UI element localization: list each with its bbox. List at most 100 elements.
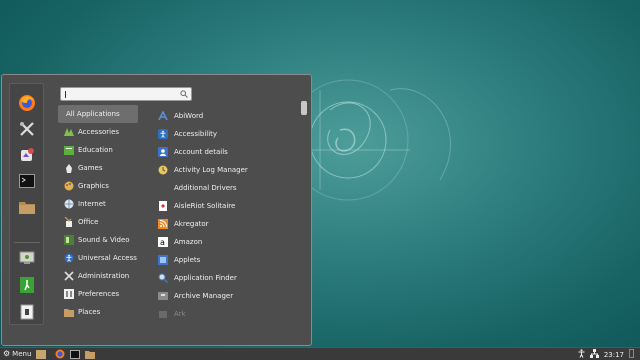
taskbar: ⚙ Menu 23:17	[0, 347, 640, 360]
category-label: Education	[78, 146, 113, 154]
archive-manager-icon	[158, 291, 168, 301]
quit-icon[interactable]	[15, 301, 39, 323]
preferences-icon	[64, 289, 74, 299]
app-list-scrollbar[interactable]	[301, 101, 307, 115]
gear-icon: ⚙	[3, 349, 11, 358]
app-label: Amazon	[174, 238, 203, 246]
category-all-applications[interactable]: All Applications	[58, 105, 138, 123]
additional-drivers-icon	[158, 183, 168, 193]
logout-icon[interactable]	[15, 274, 39, 296]
category-label: Internet	[78, 200, 106, 208]
category-label: Preferences	[78, 290, 120, 298]
amazon-icon: a	[158, 237, 168, 247]
places-icon	[64, 307, 74, 317]
sound-video-icon	[64, 235, 74, 245]
category-administration[interactable]: Administration	[58, 267, 138, 285]
category-education[interactable]: Education	[58, 141, 138, 159]
accessibility-icon	[158, 129, 168, 139]
category-internet[interactable]: Internet	[58, 195, 138, 213]
debian-swirl-wallpaper	[300, 79, 451, 201]
search-input[interactable]	[60, 87, 192, 101]
app-archive-manager[interactable]: Archive Manager	[156, 287, 296, 305]
firefox-launcher-icon[interactable]	[55, 349, 65, 359]
category-office[interactable]: Office	[58, 213, 138, 231]
category-places[interactable]: Places	[58, 303, 138, 321]
files-launcher-icon[interactable]	[85, 349, 96, 359]
show-desktop-corner-icon[interactable]	[629, 349, 634, 360]
app-application-finder[interactable]: Application Finder	[156, 269, 296, 287]
menu-label: Menu	[12, 350, 32, 358]
category-label: Sound & Video	[78, 236, 130, 244]
firefox-icon[interactable]	[15, 92, 39, 114]
app-additional-drivers[interactable]: Additional Drivers	[156, 179, 296, 197]
app-abiword[interactable]: AbiWord	[156, 107, 296, 125]
lock-screen-icon[interactable]	[15, 247, 39, 269]
app-finder-icon	[158, 273, 168, 283]
app-amazon[interactable]: a Amazon	[156, 233, 296, 251]
universal-access-icon	[64, 253, 74, 263]
app-ark[interactable]: Ark	[156, 305, 296, 323]
app-label: Account details	[174, 148, 228, 156]
app-label: Applets	[174, 256, 201, 264]
category-label: Universal Access	[78, 254, 137, 262]
education-icon	[64, 145, 74, 155]
search-icon	[180, 90, 188, 100]
app-label: Activity Log Manager	[174, 166, 248, 174]
clock[interactable]: 23:17	[604, 351, 624, 359]
category-label: Administration	[78, 272, 130, 280]
terminal-launcher-icon[interactable]	[70, 349, 81, 359]
category-list: All Applications Accessories Education G…	[58, 105, 138, 321]
games-icon	[64, 163, 74, 173]
show-desktop-icon[interactable]	[36, 349, 47, 359]
app-label: Ark	[174, 310, 186, 318]
graphics-icon	[64, 181, 74, 191]
applets-icon	[158, 255, 168, 265]
favorites-separator	[14, 242, 40, 243]
activity-log-icon	[158, 165, 168, 175]
application-list: AbiWord Accessibility Account details Ac…	[156, 107, 296, 323]
category-sound-video[interactable]: Sound & Video	[58, 231, 138, 249]
internet-icon	[64, 199, 74, 209]
akregator-icon	[158, 219, 168, 229]
account-details-icon	[158, 147, 168, 157]
category-universal-access[interactable]: Universal Access	[58, 249, 138, 267]
terminal-icon[interactable]	[15, 170, 39, 192]
category-label: Accessories	[78, 128, 120, 136]
app-applets[interactable]: Applets	[156, 251, 296, 269]
menu-button[interactable]: ⚙ Menu	[0, 348, 31, 360]
accessories-icon	[64, 127, 74, 137]
category-label: All Applications	[66, 110, 120, 118]
app-akregator[interactable]: Akregator	[156, 215, 296, 233]
system-tray: 23:17	[578, 348, 634, 360]
category-label: Places	[78, 308, 101, 316]
app-label: Archive Manager	[174, 292, 234, 300]
category-label: Office	[78, 218, 99, 226]
text-cursor	[65, 91, 66, 98]
system-settings-icon[interactable]	[15, 118, 39, 140]
app-accessibility[interactable]: Accessibility	[156, 125, 296, 143]
software-manager-icon[interactable]	[15, 144, 39, 166]
category-games[interactable]: Games	[58, 159, 138, 177]
app-aisleriot-solitaire[interactable]: AisleRiot Solitaire	[156, 197, 296, 215]
category-preferences[interactable]: Preferences	[58, 285, 138, 303]
app-activity-log-manager[interactable]: Activity Log Manager	[156, 161, 296, 179]
office-icon	[64, 217, 74, 227]
app-account-details[interactable]: Account details	[156, 143, 296, 161]
solitaire-icon	[158, 201, 168, 211]
app-label: Akregator	[174, 220, 209, 228]
svg-text:a: a	[160, 238, 165, 247]
category-accessories[interactable]: Accessories	[58, 123, 138, 141]
network-icon[interactable]	[589, 349, 599, 360]
app-label: Additional Drivers	[174, 184, 237, 192]
app-label: Application Finder	[174, 274, 237, 282]
category-label: Graphics	[78, 182, 109, 190]
app-label: AbiWord	[174, 112, 204, 120]
favorites-bar	[9, 83, 44, 325]
category-label: Games	[78, 164, 103, 172]
files-icon[interactable]	[15, 196, 39, 218]
app-label: AisleRiot Solitaire	[174, 202, 236, 210]
application-menu: All Applications Accessories Education G…	[1, 74, 312, 346]
administration-icon	[64, 271, 74, 281]
category-graphics[interactable]: Graphics	[58, 177, 138, 195]
accessibility-tray-icon[interactable]	[578, 349, 585, 360]
